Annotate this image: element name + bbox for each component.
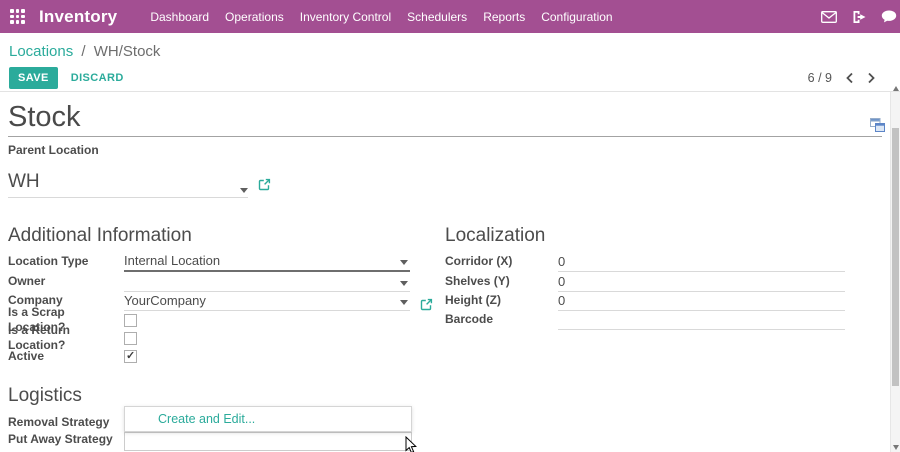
sign-out-icon bbox=[852, 10, 867, 24]
chevron-left-icon bbox=[845, 72, 854, 84]
pager-next-button[interactable] bbox=[867, 72, 876, 84]
record-title[interactable]: Stock bbox=[8, 99, 882, 137]
form-sheet: Stock Parent Location WH Additional Info… bbox=[0, 93, 890, 452]
barcode-row: Barcode bbox=[445, 311, 882, 330]
parent-location-value: WH bbox=[8, 170, 240, 193]
app-title[interactable]: Inventory bbox=[39, 7, 117, 27]
pager-previous-button[interactable] bbox=[845, 72, 854, 84]
chevron-down-icon[interactable] bbox=[400, 260, 408, 265]
location-type-row: Location Type Internal Location bbox=[8, 253, 445, 272]
breadcrumb-current: WH/Stock bbox=[94, 43, 161, 60]
envelope-icon bbox=[821, 11, 837, 23]
control-panel: Locations / WH/Stock SAVE DISCARD 6 / 9 bbox=[0, 33, 900, 92]
menu-schedulers[interactable]: Schedulers bbox=[399, 1, 475, 33]
parent-location-field[interactable]: WH bbox=[8, 170, 248, 198]
breadcrumb: Locations / WH/Stock bbox=[9, 43, 892, 60]
company-field[interactable]: YourCompany bbox=[124, 294, 410, 311]
chat-button[interactable] bbox=[880, 8, 898, 26]
corridor-row: Corridor (X) 0 bbox=[445, 253, 882, 272]
section-additional-information: Additional Information bbox=[8, 224, 445, 248]
active-checkbox[interactable] bbox=[124, 350, 137, 363]
apps-grid-icon bbox=[10, 9, 25, 24]
shelves-value: 0 bbox=[558, 275, 845, 289]
pager-value: 6 / 9 bbox=[808, 71, 832, 85]
barcode-label: Barcode bbox=[445, 312, 558, 330]
chevron-down-icon[interactable] bbox=[400, 281, 408, 286]
messages-button[interactable] bbox=[820, 8, 838, 26]
section-localization: Localization bbox=[445, 224, 882, 248]
save-button[interactable]: SAVE bbox=[9, 67, 58, 89]
corridor-value: 0 bbox=[558, 255, 845, 269]
height-label: Height (Z) bbox=[445, 293, 558, 311]
company-open-button[interactable] bbox=[420, 298, 433, 311]
breadcrumb-separator: / bbox=[81, 43, 85, 60]
chevron-right-icon bbox=[867, 72, 876, 84]
company-value: YourCompany bbox=[124, 294, 410, 308]
autocomplete-dropdown: Create and Edit... bbox=[124, 406, 412, 432]
multi-window-icon bbox=[869, 117, 886, 133]
active-row: Active bbox=[8, 347, 445, 365]
external-link-icon bbox=[258, 178, 271, 191]
return-location-row: Is a Return Location? bbox=[8, 329, 445, 347]
vertical-scrollbar[interactable] bbox=[890, 92, 900, 452]
putaway-strategy-label: Put Away Strategy bbox=[8, 432, 124, 447]
scrap-location-checkbox[interactable] bbox=[124, 314, 137, 327]
chat-icon bbox=[881, 10, 897, 23]
return-location-checkbox[interactable] bbox=[124, 332, 137, 345]
location-type-select[interactable]: Internal Location bbox=[124, 254, 410, 272]
active-label: Active bbox=[8, 349, 124, 364]
pager: 6 / 9 bbox=[808, 71, 876, 85]
scroll-down-icon[interactable] bbox=[893, 445, 899, 450]
location-type-label: Location Type bbox=[8, 254, 124, 272]
menu-configuration[interactable]: Configuration bbox=[533, 1, 620, 33]
location-type-value: Internal Location bbox=[124, 254, 410, 268]
corridor-field[interactable]: 0 bbox=[558, 255, 845, 272]
height-field[interactable]: 0 bbox=[558, 294, 845, 311]
shelves-row: Shelves (Y) 0 bbox=[445, 272, 882, 291]
parent-location-label: Parent Location bbox=[8, 143, 882, 158]
shelves-field[interactable]: 0 bbox=[558, 275, 845, 292]
shelves-label: Shelves (Y) bbox=[445, 274, 558, 292]
section-logistics: Logistics bbox=[8, 384, 882, 408]
parent-location-open-button[interactable] bbox=[258, 178, 271, 191]
scrollbar-thumb[interactable] bbox=[892, 128, 899, 386]
breadcrumb-locations-link[interactable]: Locations bbox=[9, 43, 73, 60]
logout-button[interactable] bbox=[850, 8, 868, 26]
menu-reports[interactable]: Reports bbox=[475, 1, 533, 33]
apps-menu-button[interactable] bbox=[10, 9, 25, 24]
owner-row: Owner bbox=[8, 272, 445, 291]
owner-input[interactable] bbox=[124, 274, 410, 289]
height-row: Height (Z) 0 bbox=[445, 292, 882, 311]
chevron-down-icon[interactable] bbox=[240, 188, 248, 193]
barcode-input[interactable] bbox=[558, 312, 845, 327]
putaway-strategy-input[interactable] bbox=[125, 433, 411, 450]
top-navbar: Inventory Dashboard Operations Inventory… bbox=[0, 0, 900, 33]
dropdown-item-create-and-edit[interactable]: Create and Edit... bbox=[125, 407, 411, 431]
barcode-field[interactable] bbox=[558, 312, 845, 330]
menu-operations[interactable]: Operations bbox=[217, 1, 292, 33]
main-menu: Dashboard Operations Inventory Control S… bbox=[142, 1, 620, 33]
external-link-icon bbox=[420, 298, 433, 311]
menu-inventory-control[interactable]: Inventory Control bbox=[292, 1, 399, 33]
owner-label: Owner bbox=[8, 274, 124, 292]
menu-dashboard[interactable]: Dashboard bbox=[142, 1, 217, 33]
putaway-strategy-row: Put Away Strategy Create and Edit... bbox=[8, 432, 882, 451]
owner-field[interactable] bbox=[124, 274, 410, 292]
chevron-down-icon[interactable] bbox=[400, 300, 408, 305]
putaway-strategy-field[interactable]: Create and Edit... bbox=[124, 432, 412, 451]
discard-button[interactable]: DISCARD bbox=[71, 72, 124, 84]
height-value: 0 bbox=[558, 294, 845, 308]
open-views-button[interactable] bbox=[869, 117, 886, 138]
scroll-up-icon[interactable] bbox=[893, 86, 899, 91]
corridor-label: Corridor (X) bbox=[445, 254, 558, 272]
removal-strategy-label: Removal Strategy bbox=[8, 415, 124, 430]
navbar-systray bbox=[820, 8, 900, 26]
